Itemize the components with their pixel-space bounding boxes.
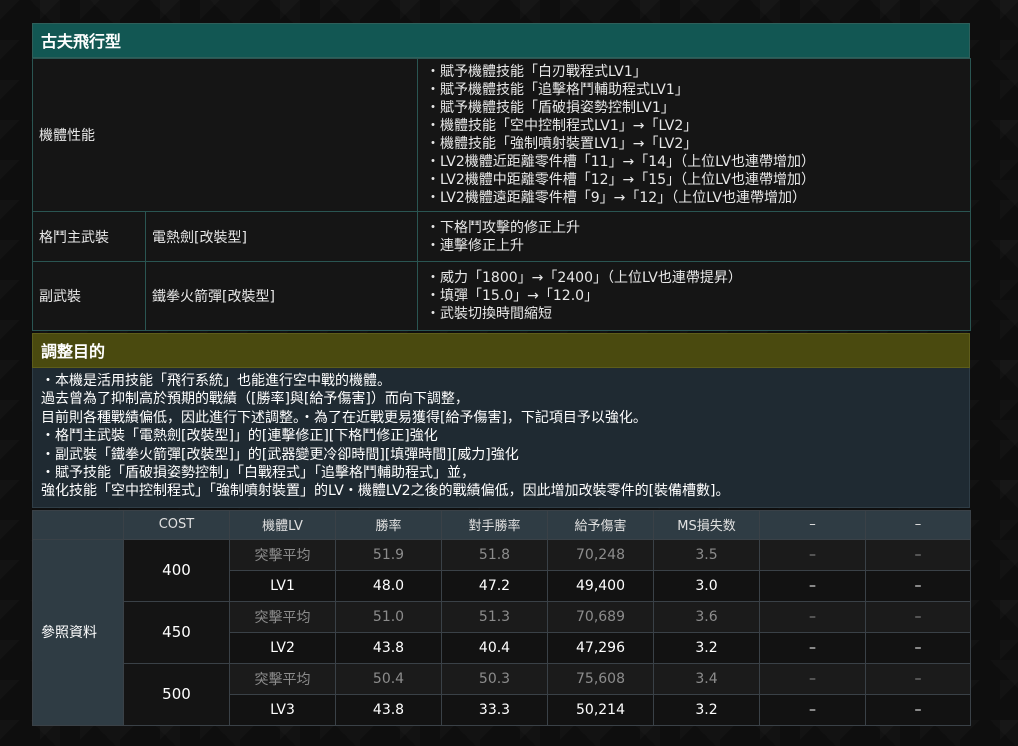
dmg-cell: 70,248 bbox=[547, 538, 654, 571]
header-blank bbox=[32, 509, 124, 540]
melee-list: ・下格鬥攻擊的修正上升 ・連擊修正上升 bbox=[417, 211, 971, 262]
opp-cell: 50.3 bbox=[441, 662, 548, 695]
dmg-cell: 50,214 bbox=[547, 693, 654, 726]
loss-cell: 3.5 bbox=[653, 538, 760, 571]
header-win: 勝率 bbox=[335, 509, 442, 540]
list-item: ・LV2機體遠距離零件槽「9」→「12」（上位LV也連帶增加） bbox=[426, 190, 807, 206]
dash-cell: – bbox=[865, 631, 971, 664]
lv-cell: 突擊平均 bbox=[229, 600, 336, 633]
header-ms-loss: MS損失数 bbox=[653, 509, 760, 540]
opp-cell: 40.4 bbox=[441, 631, 548, 664]
sub-label: 副武裝 bbox=[32, 261, 146, 331]
opp-cell: 47.2 bbox=[441, 569, 548, 602]
reference-header-row: COST 機體LV 勝率 對手勝率 給予傷害 MS損失数 – – bbox=[32, 509, 971, 540]
reference-label: 參照資料 bbox=[32, 538, 124, 726]
lv-cell: LV3 bbox=[229, 693, 336, 726]
opp-cell: 51.3 bbox=[441, 600, 548, 633]
melee-label: 格鬥主武裝 bbox=[32, 211, 146, 262]
list-item: ・機體技能「強制噴射裝置LV1」→「LV2」 bbox=[426, 136, 698, 152]
purpose-body: ・本機是活用技能「飛行系統」也能進行空中戰的機體。 過去曾為了抑制高於預期的戰績… bbox=[32, 368, 970, 508]
table-row: 參照資料 400 突擊平均 51.9 51.8 70,248 3.5 – – bbox=[32, 538, 971, 726]
sub-list: ・威力「1800」→「2400」（上位LV也連帶提昇） ・填彈「15.0」→「1… bbox=[417, 261, 971, 331]
win-cell: 48.0 bbox=[335, 569, 442, 602]
win-cell: 51.9 bbox=[335, 538, 442, 571]
table-row: 450 突擊平均 51.0 51.3 70,689 3.6 – – bbox=[33, 600, 971, 664]
reference-table: COST 機體LV 勝率 對手勝率 給予傷害 MS損失数 – – 參照資料 40… bbox=[32, 509, 971, 726]
list-item: ・填彈「15.0」→「12.0」 bbox=[426, 288, 599, 304]
loss-cell: 3.2 bbox=[653, 631, 760, 664]
win-cell: 50.4 bbox=[335, 662, 442, 695]
dash-cell: – bbox=[759, 538, 866, 571]
sub-row: 副武裝 鐵拳火箭彈[改裝型] ・威力「1800」→「2400」（上位LV也連帶提… bbox=[32, 261, 971, 331]
cost-cell: 450 bbox=[123, 600, 230, 664]
performance-label: 機體性能 bbox=[32, 58, 418, 212]
purpose-line: 目前則各種戰績偏低，因此進行下述調整。・為了在近戰更易獲得[給予傷害]，下記項目… bbox=[41, 409, 647, 426]
cost-cell: 400 bbox=[123, 538, 230, 602]
dash-cell: – bbox=[759, 569, 866, 602]
list-item: ・機體技能「空中控制程式LV1」→「LV2」 bbox=[426, 118, 698, 134]
dash-cell: – bbox=[865, 662, 971, 695]
table-row: 500 突擊平均 50.4 50.3 75,608 3.4 – – bbox=[33, 662, 971, 726]
loss-cell: 3.0 bbox=[653, 569, 760, 602]
patch-note-card: 古夫飛行型 機體性能 ・賦予機體技能「白刃戰程式LV1」 ・賦予機體技能「追擊格… bbox=[32, 23, 971, 726]
loss-cell: 3.6 bbox=[653, 600, 760, 633]
spec-table: 機體性能 ・賦予機體技能「白刃戰程式LV1」 ・賦予機體技能「追擊格鬥輔助程式L… bbox=[32, 58, 971, 331]
cost-cell: 500 bbox=[123, 662, 230, 726]
purpose-title: 調整目的 bbox=[32, 333, 970, 368]
purpose-line: ・賦予技能「盾破損姿勢控制」「白戰程式」「追擊格鬥輔助程式」並， bbox=[41, 465, 475, 482]
dash-cell: – bbox=[759, 600, 866, 633]
dash-cell: – bbox=[865, 569, 971, 602]
melee-row: 格鬥主武裝 電熱劍[改裝型] ・下格鬥攻擊的修正上升 ・連擊修正上升 bbox=[32, 211, 971, 262]
purpose-line: ・本機是活用技能「飛行系統」也能進行空中戰的機體。 bbox=[41, 373, 391, 389]
list-item: ・賦予機體技能「白刃戰程式LV1」 bbox=[426, 64, 647, 80]
win-cell: 43.8 bbox=[335, 631, 442, 664]
purpose-line: 過去曾為了抑制高於預期的戰績（[勝率]與[給予傷害]）而向下調整， bbox=[41, 391, 469, 408]
dmg-cell: 70,689 bbox=[547, 600, 654, 633]
lv-cell: LV2 bbox=[229, 631, 336, 664]
header-lv: 機體LV bbox=[229, 509, 336, 540]
dmg-cell: 49,400 bbox=[547, 569, 654, 602]
dash-cell: – bbox=[865, 693, 971, 726]
header-dash: – bbox=[759, 509, 866, 540]
dmg-cell: 47,296 bbox=[547, 631, 654, 664]
list-item: ・賦予機體技能「盾破損姿勢控制LV1」 bbox=[426, 100, 675, 116]
dash-cell: – bbox=[865, 600, 971, 633]
header-damage: 給予傷害 bbox=[547, 509, 654, 540]
win-cell: 51.0 bbox=[335, 600, 442, 633]
header-opp-win: 對手勝率 bbox=[441, 509, 548, 540]
dash-cell: – bbox=[759, 662, 866, 695]
list-item: ・武裝切換時間縮短 bbox=[426, 306, 552, 322]
list-item: ・下格鬥攻擊的修正上升 bbox=[426, 219, 580, 236]
loss-cell: 3.4 bbox=[653, 662, 760, 695]
win-cell: 43.8 bbox=[335, 693, 442, 726]
dash-cell: – bbox=[865, 538, 971, 571]
sub-weapon: 鐵拳火箭彈[改裝型] bbox=[145, 261, 418, 331]
lv-cell: 突擊平均 bbox=[229, 662, 336, 695]
purpose-line: ・格鬥主武裝「電熱劍[改裝型]」的[連擊修正][下格鬥修正]強化 bbox=[41, 428, 438, 445]
list-item: ・LV2機體中距離零件槽「12」→「15」（上位LV也連帶增加） bbox=[426, 172, 815, 188]
header-dash: – bbox=[865, 509, 971, 540]
purpose-line: ・副武裝「鐵拳火箭彈[改裝型]」的[武器變更冷卻時間][填彈時間][威力]強化 bbox=[41, 446, 519, 463]
unit-title: 古夫飛行型 bbox=[32, 23, 970, 58]
list-item: ・連擊修正上升 bbox=[426, 237, 524, 254]
opp-cell: 33.3 bbox=[441, 693, 548, 726]
performance-row: 機體性能 ・賦予機體技能「白刃戰程式LV1」 ・賦予機體技能「追擊格鬥輔助程式L… bbox=[32, 58, 971, 212]
purpose-line: 強化技能「空中控制程式」「強制噴射裝置」的LV・機體LV2之後的戰績偏低，因此增… bbox=[41, 483, 730, 500]
loss-cell: 3.2 bbox=[653, 693, 760, 726]
performance-list: ・賦予機體技能「白刃戰程式LV1」 ・賦予機體技能「追擊格鬥輔助程式LV1」 ・… bbox=[417, 58, 971, 212]
melee-weapon: 電熱劍[改裝型] bbox=[145, 211, 418, 262]
dash-cell: – bbox=[759, 631, 866, 664]
opp-cell: 51.8 bbox=[441, 538, 548, 571]
header-cost: COST bbox=[123, 509, 230, 540]
list-item: ・LV2機體近距離零件槽「11」→「14」（上位LV也連帶增加） bbox=[426, 154, 815, 170]
list-item: ・賦予機體技能「追擊格鬥輔助程式LV1」 bbox=[426, 82, 689, 98]
lv-cell: 突擊平均 bbox=[229, 538, 336, 571]
lv-cell: LV1 bbox=[229, 569, 336, 602]
dash-cell: – bbox=[759, 693, 866, 726]
dmg-cell: 75,608 bbox=[547, 662, 654, 695]
list-item: ・威力「1800」→「2400」（上位LV也連帶提昇） bbox=[426, 270, 742, 286]
